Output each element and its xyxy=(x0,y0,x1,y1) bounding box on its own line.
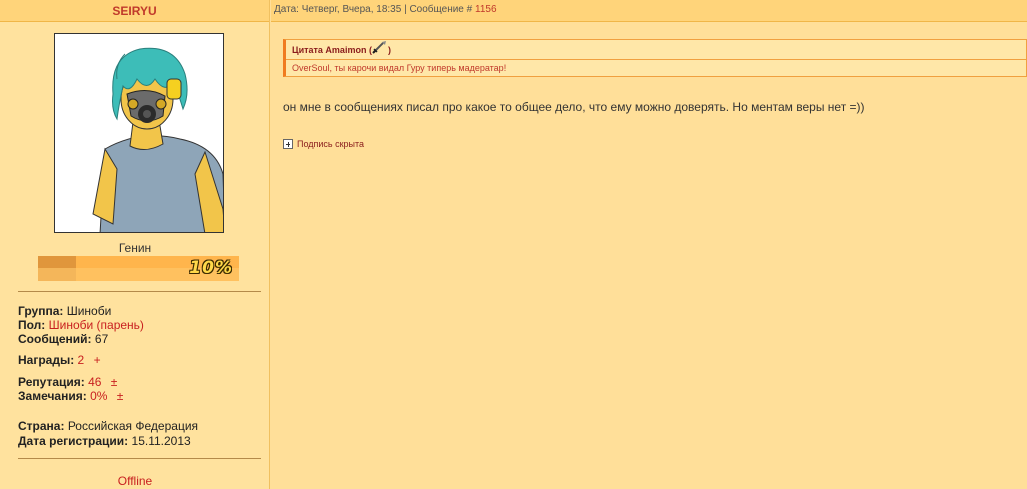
gender-label: Пол: xyxy=(18,318,46,332)
reputation-value[interactable]: 46 xyxy=(88,375,101,389)
warnings-value[interactable]: 0% xyxy=(90,389,107,403)
reputation-change-button[interactable]: ± xyxy=(111,375,118,389)
expand-icon[interactable] xyxy=(283,139,293,149)
signature-label[interactable]: Подпись скрыта xyxy=(297,139,364,149)
awards-value[interactable]: 2 xyxy=(78,353,85,367)
group-value: Шиноби xyxy=(66,304,112,318)
post-number-link[interactable]: 1156 xyxy=(475,4,497,15)
posts-row: Сообщений: 67 xyxy=(18,332,108,346)
registration-value: 15.11.2013 xyxy=(131,434,191,448)
quote-header: Цитата Amaimon () xyxy=(286,40,1026,60)
post-meta-bar: Дата: Четверг, Вчера, 18:35 | Сообщение … xyxy=(271,0,1027,22)
divider xyxy=(18,458,261,459)
awards-row: Награды: 2 + xyxy=(18,353,101,367)
post-date: Дата: Четверг, Вчера, 18:35 | Сообщение … xyxy=(274,4,473,15)
registration-row: Дата регистрации: 15.11.2013 xyxy=(18,434,191,448)
online-status: Offline xyxy=(117,474,153,488)
sword-icon xyxy=(372,40,388,61)
quote-header-end: ) xyxy=(387,45,391,55)
quote-text: OverSoul, ты карочи видал Гуру типерь ма… xyxy=(292,63,507,73)
username-link[interactable]: SEIRYU xyxy=(0,0,269,22)
user-panel: SEIRYU Генин 10% Группа: Шиноби Пол: Шин… xyxy=(0,0,270,489)
reputation-row: Репутация: 46 ± xyxy=(18,375,117,389)
registration-label: Дата регистрации: xyxy=(18,434,129,448)
warnings-row: Замечания: 0% ± xyxy=(18,389,123,403)
user-rank: Генин xyxy=(118,241,152,255)
quote-block: Цитата Amaimon () OverSoul, ты карочи ви… xyxy=(283,39,1027,77)
quote-author[interactable]: Цитата Amaimon ( xyxy=(292,45,372,55)
posts-value: 67 xyxy=(94,332,109,346)
country-label: Страна: xyxy=(18,419,65,433)
country-row: Страна: Российская Федерация xyxy=(18,419,198,433)
group-label: Группа: xyxy=(18,304,64,318)
post-message: он мне в сообщениях писал про какое то о… xyxy=(283,100,865,114)
awards-label: Награды: xyxy=(18,353,75,367)
user-avatar[interactable] xyxy=(54,33,224,233)
divider xyxy=(18,291,261,292)
add-award-button[interactable]: + xyxy=(94,353,101,367)
rank-progress-label: 10% xyxy=(189,258,233,278)
warnings-label: Замечания: xyxy=(18,389,87,403)
avatar-image xyxy=(55,34,223,232)
group-row: Группа: Шиноби xyxy=(18,304,111,318)
reputation-label: Репутация: xyxy=(18,375,85,389)
gender-row: Пол: Шиноби (парень) xyxy=(18,318,144,332)
gender-value: Шиноби (парень) xyxy=(48,318,144,332)
warnings-change-button[interactable]: ± xyxy=(117,389,124,403)
signature-toggle[interactable]: Подпись скрыта xyxy=(283,139,364,150)
country-value: Российская Федерация xyxy=(67,419,199,433)
posts-label: Сообщений: xyxy=(18,332,92,346)
rank-progress-bar: 10% xyxy=(38,256,239,281)
